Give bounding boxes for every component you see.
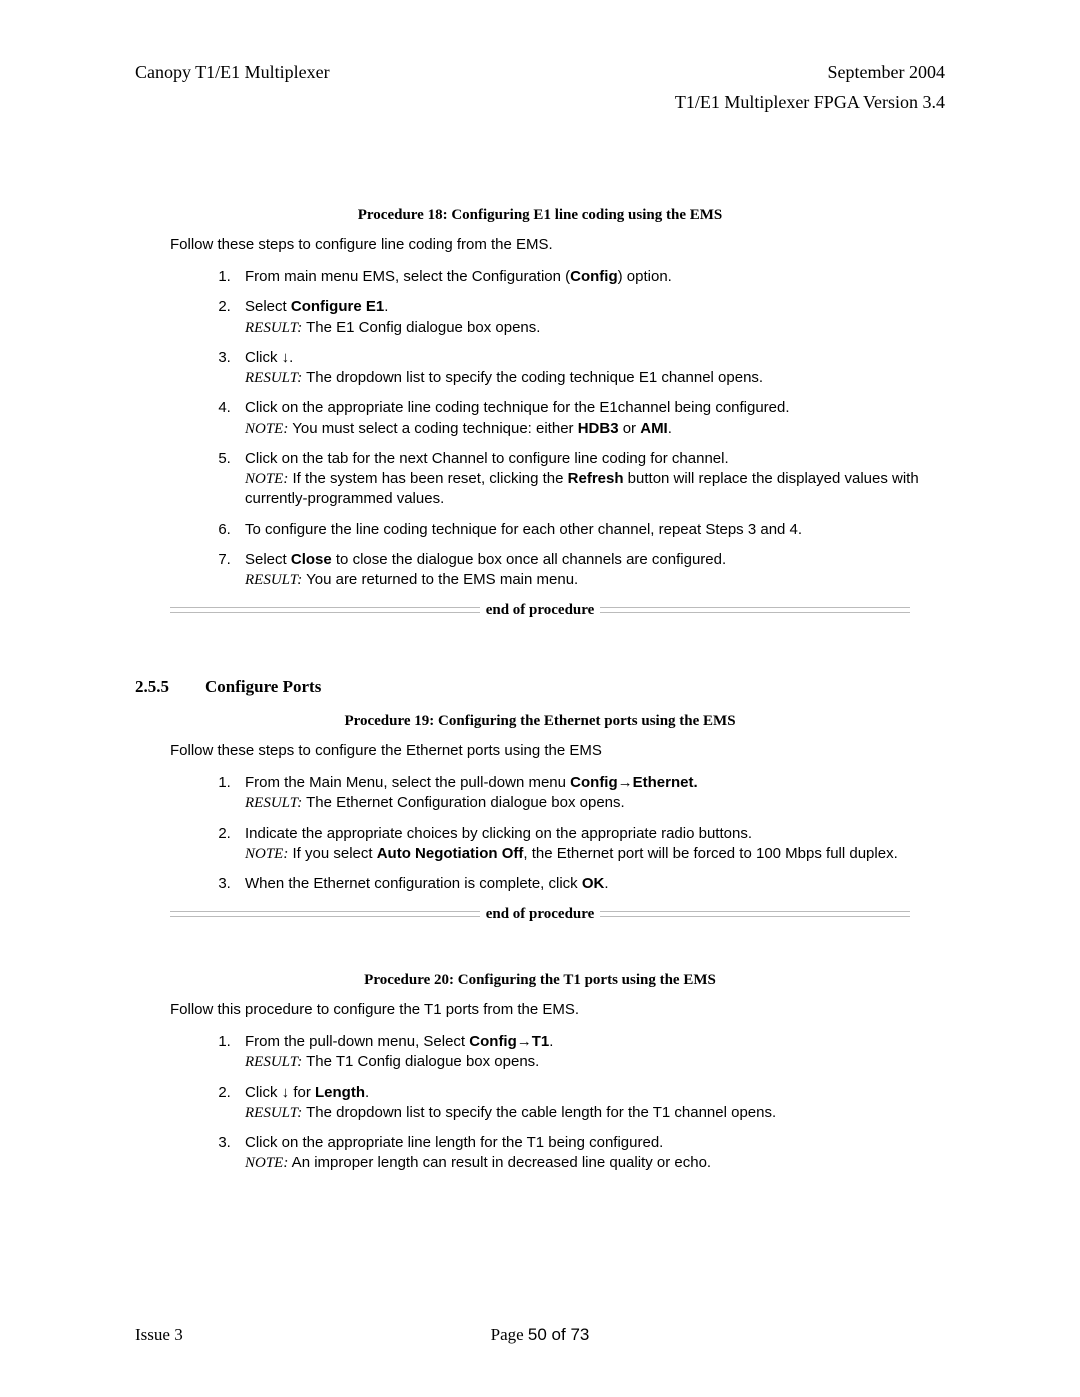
result-text: You are returned to the EMS main menu. — [302, 571, 578, 588]
step-text: When the Ethernet configuration is compl… — [245, 875, 582, 892]
note-text: You must select a coding technique: eith… — [288, 420, 577, 437]
step-text: . — [549, 1033, 553, 1050]
bold-text: HDB3 — [578, 420, 619, 437]
step: Click on the appropriate line length for… — [235, 1133, 945, 1174]
step: Select Close to close the dialogue box o… — [235, 550, 945, 591]
note-label: NOTE: — [245, 471, 288, 487]
header-right: September 2004 — [828, 60, 945, 84]
section-heading: 2.5.5 Configure Ports — [135, 676, 945, 699]
procedure-20-title: Procedure 20: Configuring the T1 ports u… — [135, 970, 945, 990]
divider — [600, 911, 910, 917]
step: From the pull-down menu, Select Config→T… — [235, 1032, 945, 1073]
page-footer: Issue 3 Page 50 of 73 — [135, 1324, 945, 1347]
page-header: Canopy T1/E1 Multiplexer September 2004 — [135, 60, 945, 84]
step-text: From main menu EMS, select the Configura… — [245, 268, 570, 285]
step-text: . — [604, 875, 608, 892]
step-text: From the Main Menu, select the pull-down… — [245, 774, 570, 791]
note-text: If the system has been reset, clicking t… — [288, 470, 567, 487]
section-title: Configure Ports — [205, 676, 321, 699]
step-text: From the pull-down menu, Select — [245, 1033, 469, 1050]
result-text: The Ethernet Configuration dialogue box … — [302, 794, 624, 811]
divider — [600, 607, 910, 613]
note-text: or — [619, 420, 641, 437]
result-label: RESULT: — [245, 320, 302, 336]
step-text: Indicate the appropriate choices by clic… — [245, 825, 752, 842]
header-left: Canopy T1/E1 Multiplexer — [135, 60, 330, 84]
note-text: . — [668, 420, 672, 437]
step: Click on the appropriate line coding tec… — [235, 398, 945, 439]
step: Select Configure E1. RESULT: The E1 Conf… — [235, 297, 945, 338]
result-text: The T1 Config dialogue box opens. — [302, 1053, 539, 1070]
bold-text: Auto Negotiation Off — [377, 845, 524, 862]
end-of-procedure: end of procedure — [170, 904, 910, 924]
note-text: , the Ethernet port will be forced to 10… — [523, 845, 897, 862]
procedure-18-title: Procedure 18: Configuring E1 line coding… — [135, 205, 945, 225]
result-label: RESULT: — [245, 572, 302, 588]
step: To configure the line coding technique f… — [235, 520, 945, 540]
eop-label: end of procedure — [480, 904, 601, 924]
step: Click ↓. RESULT: The dropdown list to sp… — [235, 348, 945, 389]
step-text: Click on the appropriate line coding tec… — [245, 399, 790, 416]
procedure-20-intro: Follow this procedure to configure the T… — [170, 1000, 945, 1020]
step-text: Click on the appropriate line length for… — [245, 1134, 663, 1151]
step-text: . — [384, 298, 388, 315]
note-text: An improper length can result in decreas… — [288, 1154, 711, 1171]
footer-page-number: 50 of 73 — [528, 1325, 589, 1344]
step: Click ↓ for Length. RESULT: The dropdown… — [235, 1083, 945, 1124]
step: When the Ethernet configuration is compl… — [235, 874, 945, 894]
result-label: RESULT: — [245, 1105, 302, 1121]
bold-text: Config→T1 — [469, 1033, 549, 1050]
section-number: 2.5.5 — [135, 676, 205, 699]
result-text: The dropdown list to specify the cable l… — [302, 1104, 776, 1121]
procedure-19-intro: Follow these steps to configure the Ethe… — [170, 741, 945, 761]
note-label: NOTE: — [245, 1155, 288, 1171]
step-text: Click ↓ for — [245, 1084, 315, 1101]
result-label: RESULT: — [245, 370, 302, 386]
footer-center: Page 50 of 73 — [135, 1324, 945, 1347]
result-label: RESULT: — [245, 795, 302, 811]
note-text: If you select — [288, 845, 376, 862]
eop-label: end of procedure — [480, 600, 601, 620]
note-label: NOTE: — [245, 421, 288, 437]
end-of-procedure: end of procedure — [170, 600, 910, 620]
step-text: Click ↓. — [245, 349, 293, 366]
footer-page-label: Page — [491, 1325, 528, 1344]
step-text: Select — [245, 551, 291, 568]
result-text: The E1 Config dialogue box opens. — [302, 319, 540, 336]
step: Indicate the appropriate choices by clic… — [235, 824, 945, 865]
step: Click on the tab for the next Channel to… — [235, 449, 945, 510]
bold-text: Config — [570, 268, 617, 285]
header-subtitle: T1/E1 Multiplexer FPGA Version 3.4 — [135, 90, 945, 114]
bold-text: Close — [291, 551, 332, 568]
procedure-19-steps: From the Main Menu, select the pull-down… — [195, 773, 945, 894]
bold-text: AMI — [640, 420, 668, 437]
procedure-19-title: Procedure 19: Configuring the Ethernet p… — [135, 711, 945, 731]
step: From main menu EMS, select the Configura… — [235, 267, 945, 287]
bold-text: OK — [582, 875, 605, 892]
divider — [170, 911, 480, 917]
procedure-18-intro: Follow these steps to configure line cod… — [170, 235, 945, 255]
procedure-18-steps: From main menu EMS, select the Configura… — [195, 267, 945, 590]
bold-text: Length — [315, 1084, 365, 1101]
note-label: NOTE: — [245, 846, 288, 862]
result-text: The dropdown list to specify the coding … — [302, 369, 763, 386]
result-label: RESULT: — [245, 1054, 302, 1070]
step-text: . — [365, 1084, 369, 1101]
step-text: to close the dialogue box once all chann… — [332, 551, 726, 568]
bold-text: Config→Ethernet. — [570, 774, 698, 791]
bold-text: Configure E1 — [291, 298, 384, 315]
step-text: Click on the tab for the next Channel to… — [245, 450, 729, 467]
step: From the Main Menu, select the pull-down… — [235, 773, 945, 814]
procedure-20-steps: From the pull-down menu, Select Config→T… — [195, 1032, 945, 1174]
page: Canopy T1/E1 Multiplexer September 2004 … — [0, 0, 1080, 1397]
step-text: ) option. — [618, 268, 672, 285]
step-text: Select — [245, 298, 291, 315]
divider — [170, 607, 480, 613]
bold-text: Refresh — [568, 470, 624, 487]
step-text: To configure the line coding technique f… — [245, 521, 802, 538]
